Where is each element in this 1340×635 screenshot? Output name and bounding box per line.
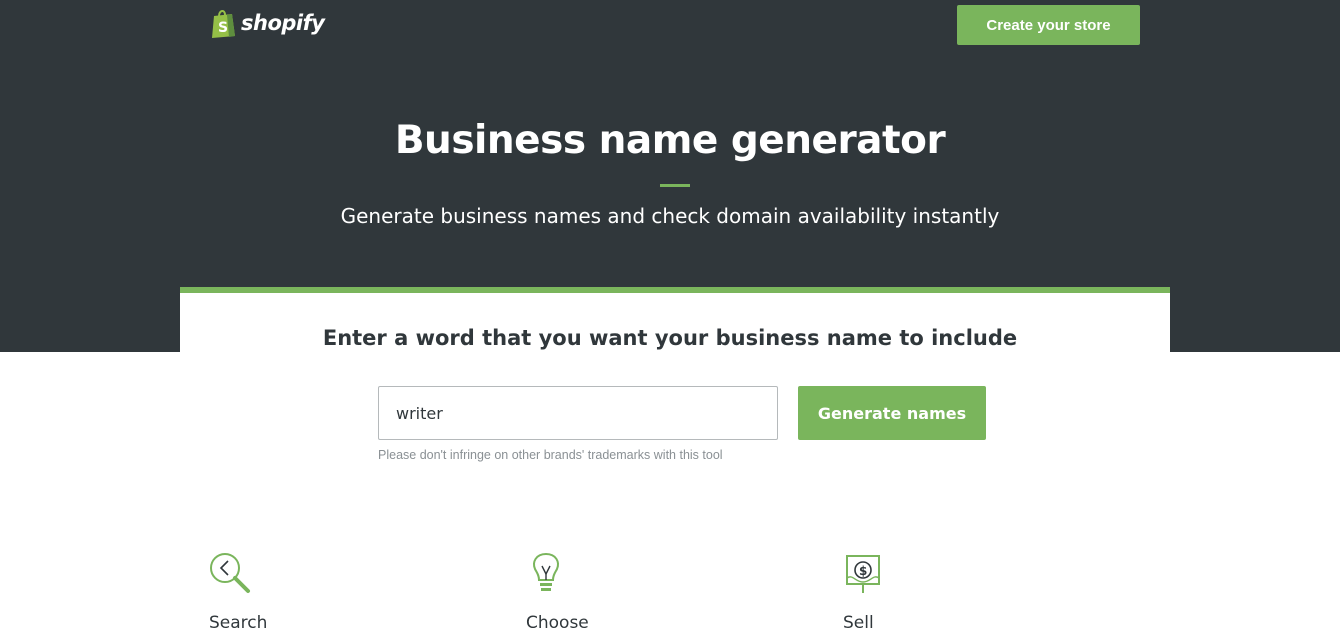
title-divider (660, 184, 690, 187)
svg-text:$: $ (859, 564, 867, 578)
logo-wordmark: shopify (241, 11, 325, 35)
generate-names-button[interactable]: Generate names (798, 386, 986, 440)
feature-sell: $ Sell (843, 552, 883, 633)
lightbulb-icon (533, 552, 559, 591)
feature-search: Search (209, 552, 267, 633)
magnifier-icon (210, 553, 250, 593)
feature-label: Search (209, 613, 268, 633)
trademark-disclaimer: Please don't infringe on other brands' t… (378, 448, 723, 462)
business-word-input[interactable] (378, 386, 778, 440)
page-title: Business name generator (394, 118, 946, 163)
svg-text:S: S (218, 20, 228, 36)
feature-label: Choose (526, 613, 589, 633)
create-store-button[interactable]: Create your store (957, 5, 1140, 45)
feature-label: Sell (843, 613, 874, 633)
dollar-sign-icon: $ (846, 555, 880, 593)
page-subtitle: Generate business names and check domain… (340, 204, 1000, 228)
feature-choose: Choose (526, 552, 589, 633)
shopify-logo[interactable]: S shopify (210, 8, 325, 38)
shopping-bag-icon: S (212, 10, 235, 38)
input-prompt: Enter a word that you want your business… (322, 326, 1018, 350)
